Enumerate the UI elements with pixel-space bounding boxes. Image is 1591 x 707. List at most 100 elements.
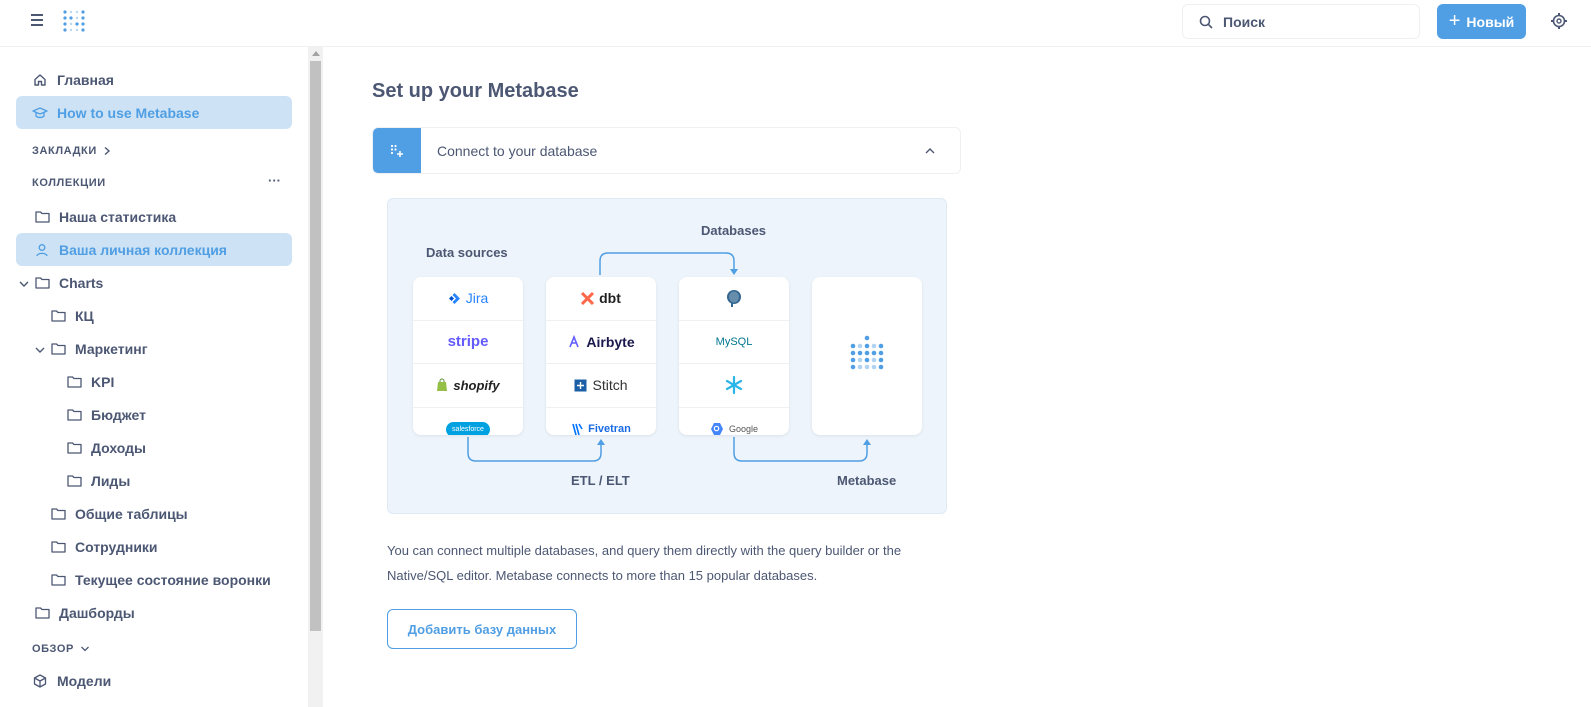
graduation-cap-icon bbox=[32, 105, 48, 121]
folder-icon bbox=[34, 275, 50, 291]
folder-icon bbox=[66, 374, 82, 390]
data-sources-card: Jira stripe shopify salesforce bbox=[413, 277, 523, 435]
chevron-up-icon bbox=[925, 147, 935, 153]
search-placeholder: Поиск bbox=[1223, 13, 1266, 30]
dbt-label: dbt bbox=[599, 290, 621, 307]
browse-header[interactable]: ОБЗОР bbox=[32, 643, 90, 655]
salesforce-logo: salesforce bbox=[413, 408, 523, 435]
bigquery-icon bbox=[710, 423, 723, 435]
databases-card: MySQL Google bbox=[679, 277, 789, 435]
folder-icon bbox=[66, 473, 82, 489]
metabase-label: Metabase bbox=[837, 473, 897, 488]
stitch-logo: Stitch bbox=[546, 364, 656, 408]
sidebar-item-collection[interactable]: Доходы bbox=[48, 431, 292, 464]
shopify-bag-icon bbox=[437, 378, 448, 392]
top-bar: Поиск + Новый bbox=[0, 0, 1591, 47]
database-sparkle-icon bbox=[373, 128, 421, 173]
sidebar-item-label: KPI bbox=[91, 373, 115, 390]
sidebar-item-models[interactable]: Модели bbox=[16, 664, 292, 697]
browse-header-label: ОБЗОР bbox=[32, 643, 74, 655]
scrollbar-thumb[interactable] bbox=[310, 61, 321, 631]
folder-icon bbox=[50, 341, 66, 357]
airbyte-icon bbox=[569, 334, 580, 348]
metabase-logo-icon[interactable] bbox=[60, 7, 90, 37]
database-description: You can connect multiple databases, and … bbox=[387, 543, 902, 583]
sidebar-item-home[interactable]: Главная bbox=[16, 63, 292, 96]
sidebar-item-collection[interactable]: Общие таблицы bbox=[32, 497, 292, 530]
sidebar-item-label: Ваша личная коллекция bbox=[59, 241, 227, 258]
chevron-down-icon bbox=[81, 646, 89, 652]
sidebar-item-label: Общие таблицы bbox=[75, 505, 188, 522]
folder-icon bbox=[66, 407, 82, 423]
sidebar-item-collection[interactable]: Текущее состояние воронки bbox=[32, 563, 292, 596]
airbyte-logo: Airbyte bbox=[546, 321, 656, 364]
chevron-right-icon bbox=[104, 146, 110, 156]
new-button[interactable]: + Новый bbox=[1437, 4, 1526, 39]
sidebar-item-collection[interactable]: Маркетинг bbox=[32, 332, 292, 365]
cube-icon bbox=[32, 673, 48, 689]
postgresql-elephant-icon bbox=[727, 290, 741, 308]
salesforce-label: salesforce bbox=[446, 421, 490, 435]
bookmarks-header-label: ЗАКЛАДКИ bbox=[32, 145, 97, 157]
sidebar-item-collection[interactable]: Сотрудники bbox=[32, 530, 292, 563]
sidebar-item-collection[interactable]: KPI bbox=[48, 365, 292, 398]
sidebar-item-label: Доходы bbox=[91, 439, 146, 456]
sidebar-item-collection[interactable]: КЦ bbox=[32, 299, 292, 332]
sidebar-item-label: Charts bbox=[59, 274, 104, 291]
sidebar-item-how-to[interactable]: How to use Metabase bbox=[16, 96, 292, 129]
add-database-button[interactable]: Добавить базу данных bbox=[387, 609, 577, 649]
etl-tools-card: dbt Airbyte Stitch Fivetran bbox=[546, 277, 656, 435]
scroll-up-arrow-icon[interactable] bbox=[312, 51, 320, 56]
sidebar-item-collection[interactable]: Наша статистика bbox=[16, 200, 292, 233]
collections-more-icon[interactable]: ··· bbox=[268, 173, 281, 188]
sidebar-scrollbar[interactable] bbox=[308, 47, 323, 707]
data-sources-label: Data sources bbox=[426, 245, 508, 260]
home-icon bbox=[32, 72, 48, 88]
sidebar: Главная How to use Metabase ЗАКЛАДКИ КОЛ… bbox=[0, 47, 308, 707]
snowflake-icon bbox=[725, 376, 743, 395]
folder-icon bbox=[50, 572, 66, 588]
person-icon bbox=[34, 242, 50, 258]
page-title: Set up your Metabase bbox=[372, 80, 579, 102]
stitch-icon bbox=[574, 379, 587, 392]
shopify-label: shopify bbox=[453, 377, 500, 393]
sidebar-item-collection[interactable]: Charts bbox=[16, 266, 292, 299]
fivetran-icon bbox=[572, 423, 583, 435]
sidebar-item-label: Маркетинг bbox=[75, 340, 148, 357]
jira-icon bbox=[448, 292, 460, 304]
menu-icon[interactable] bbox=[31, 14, 47, 28]
jira-label: Jira bbox=[465, 290, 489, 307]
folder-icon bbox=[34, 209, 50, 225]
gear-icon[interactable] bbox=[1550, 12, 1568, 30]
sidebar-item-collection[interactable]: Дашборды bbox=[16, 596, 292, 629]
sidebar-item-personal-collection[interactable]: Ваша личная коллекция bbox=[16, 233, 292, 266]
sidebar-item-label: Главная bbox=[57, 71, 114, 88]
plus-icon: + bbox=[1448, 9, 1461, 32]
mysql-logo: MySQL bbox=[679, 321, 789, 364]
sidebar-item-collection[interactable]: Бюджет bbox=[48, 398, 292, 431]
metabase-card bbox=[812, 277, 922, 435]
sidebar-item-label: КЦ bbox=[75, 307, 94, 324]
shopify-logo: shopify bbox=[413, 364, 523, 408]
dbt-icon bbox=[581, 291, 595, 305]
search-input[interactable]: Поиск bbox=[1182, 4, 1420, 39]
etl-label: ETL / ELT bbox=[571, 473, 630, 488]
stripe-logo: stripe bbox=[413, 321, 523, 364]
folder-icon bbox=[34, 605, 50, 621]
metabase-logo-icon bbox=[850, 335, 884, 370]
postgres-logo bbox=[679, 277, 789, 321]
search-icon bbox=[1199, 15, 1213, 29]
sidebar-item-label: Модели bbox=[57, 672, 112, 689]
sidebar-item-collection[interactable]: Лиды bbox=[48, 464, 292, 497]
airbyte-label: Airbyte bbox=[586, 333, 635, 350]
fivetran-label: Fivetran bbox=[588, 423, 631, 435]
connect-database-accordion[interactable]: Connect to your database bbox=[372, 127, 961, 174]
jira-logo: Jira bbox=[413, 277, 523, 321]
folder-icon bbox=[50, 539, 66, 555]
sidebar-item-label: Текущее состояние воронки bbox=[75, 571, 271, 588]
dbt-logo: dbt bbox=[546, 277, 656, 321]
bookmarks-header[interactable]: ЗАКЛАДКИ bbox=[32, 145, 111, 157]
folder-icon bbox=[50, 308, 66, 324]
collections-header-label: КОЛЛЕКЦИИ bbox=[32, 177, 106, 189]
database-setup-illustration: Data sources Databases ETL / ELT Metabas… bbox=[387, 198, 947, 514]
